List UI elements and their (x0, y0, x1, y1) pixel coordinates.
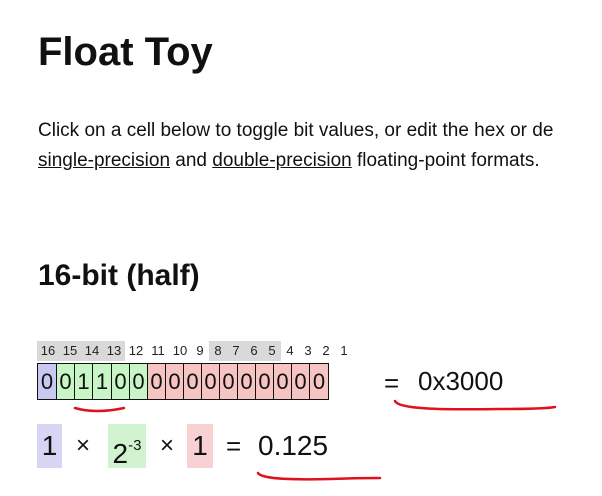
sign-bit-cell[interactable]: 0 (37, 363, 57, 400)
bit-index-label: 16 (37, 341, 59, 361)
exponent-bit-cell[interactable]: 0 (111, 363, 130, 400)
bit-index-label: 4 (286, 343, 294, 358)
bit-index-label: 9 (196, 343, 204, 358)
exponent-bit-cell[interactable]: 1 (74, 363, 93, 400)
red-underline-annotations (73, 399, 557, 481)
bit-index-label: 12 (128, 343, 144, 358)
page-title: Float Toy (38, 30, 213, 74)
hex-equals-sign: = (384, 368, 400, 398)
intro-text: Click on a cell below to toggle bit valu… (38, 116, 553, 176)
mantissa-factor: 1 (187, 424, 213, 468)
bit-index-label: 7 (227, 341, 245, 361)
decimal-value-input[interactable] (250, 424, 398, 468)
mantissa-bit-cell[interactable]: 0 (273, 363, 292, 400)
mantissa-bit-cell[interactable]: 0 (147, 363, 166, 400)
bit-index-label: 8 (209, 341, 227, 361)
bit-index-label: 14 (81, 341, 103, 361)
underline-exponent-bits (73, 406, 126, 413)
intro-line-2-tail: floating-point formats. (351, 150, 540, 171)
bit-index-label: 15 (59, 341, 81, 361)
double-precision-link[interactable]: double-precision (212, 150, 351, 171)
underline-hex-value (393, 399, 557, 411)
bit-index-label: 5 (263, 341, 281, 361)
hex-value-input[interactable] (408, 362, 568, 400)
mantissa-bit-cell[interactable]: 0 (237, 363, 256, 400)
mantissa-bit-cell[interactable]: 0 (165, 363, 184, 400)
mantissa-bit-cell[interactable]: 0 (201, 363, 220, 400)
exponent-bit-cell[interactable]: 0 (56, 363, 75, 400)
multiply-sign: × (160, 432, 175, 459)
underline-decimal-value (256, 471, 382, 481)
bit-index-label: 10 (172, 343, 188, 358)
single-precision-link[interactable]: single-precision (38, 150, 170, 171)
bit-index-label: 1 (340, 343, 348, 358)
sign-factor: 1 (37, 424, 62, 468)
intro-line-2: single-precision and double-precision fl… (38, 146, 553, 176)
bit-index-label: 11 (151, 343, 165, 358)
mantissa-bit-cell[interactable]: 0 (291, 363, 310, 400)
bit-cells-row: 0011000000000000 (37, 363, 329, 400)
exponent-base: 2 (112, 438, 129, 469)
float-toy-page: Float Toy Click on a cell below to toggl… (0, 0, 602, 496)
mantissa-bit-cell[interactable]: 0 (183, 363, 202, 400)
bit-index-labels: 16 15 14 13 12 11 10 9 8 7 6 5 4 3 2 1 (37, 341, 353, 361)
bit-index-label: 3 (304, 343, 312, 358)
multiply-sign: × (76, 432, 91, 459)
bit-index-label: 2 (322, 343, 330, 358)
mantissa-bit-cell[interactable]: 0 (309, 363, 329, 400)
exponent-bit-cell[interactable]: 0 (129, 363, 148, 400)
mantissa-bit-cell[interactable]: 0 (255, 363, 274, 400)
exponent-bit-cell[interactable]: 1 (92, 363, 112, 400)
exponent-factor: 2-3 (108, 424, 146, 469)
exponent-power: -3 (128, 437, 142, 454)
section-title-half: 16-bit (half) (38, 259, 200, 292)
bit-index-label: 13 (103, 341, 125, 361)
mantissa-bit-cell[interactable]: 0 (219, 363, 238, 400)
intro-line-2-mid: and (170, 150, 213, 171)
decimal-equals-sign: = (226, 431, 242, 461)
bit-index-label: 6 (245, 341, 263, 361)
intro-line-1: Click on a cell below to toggle bit valu… (38, 120, 554, 141)
